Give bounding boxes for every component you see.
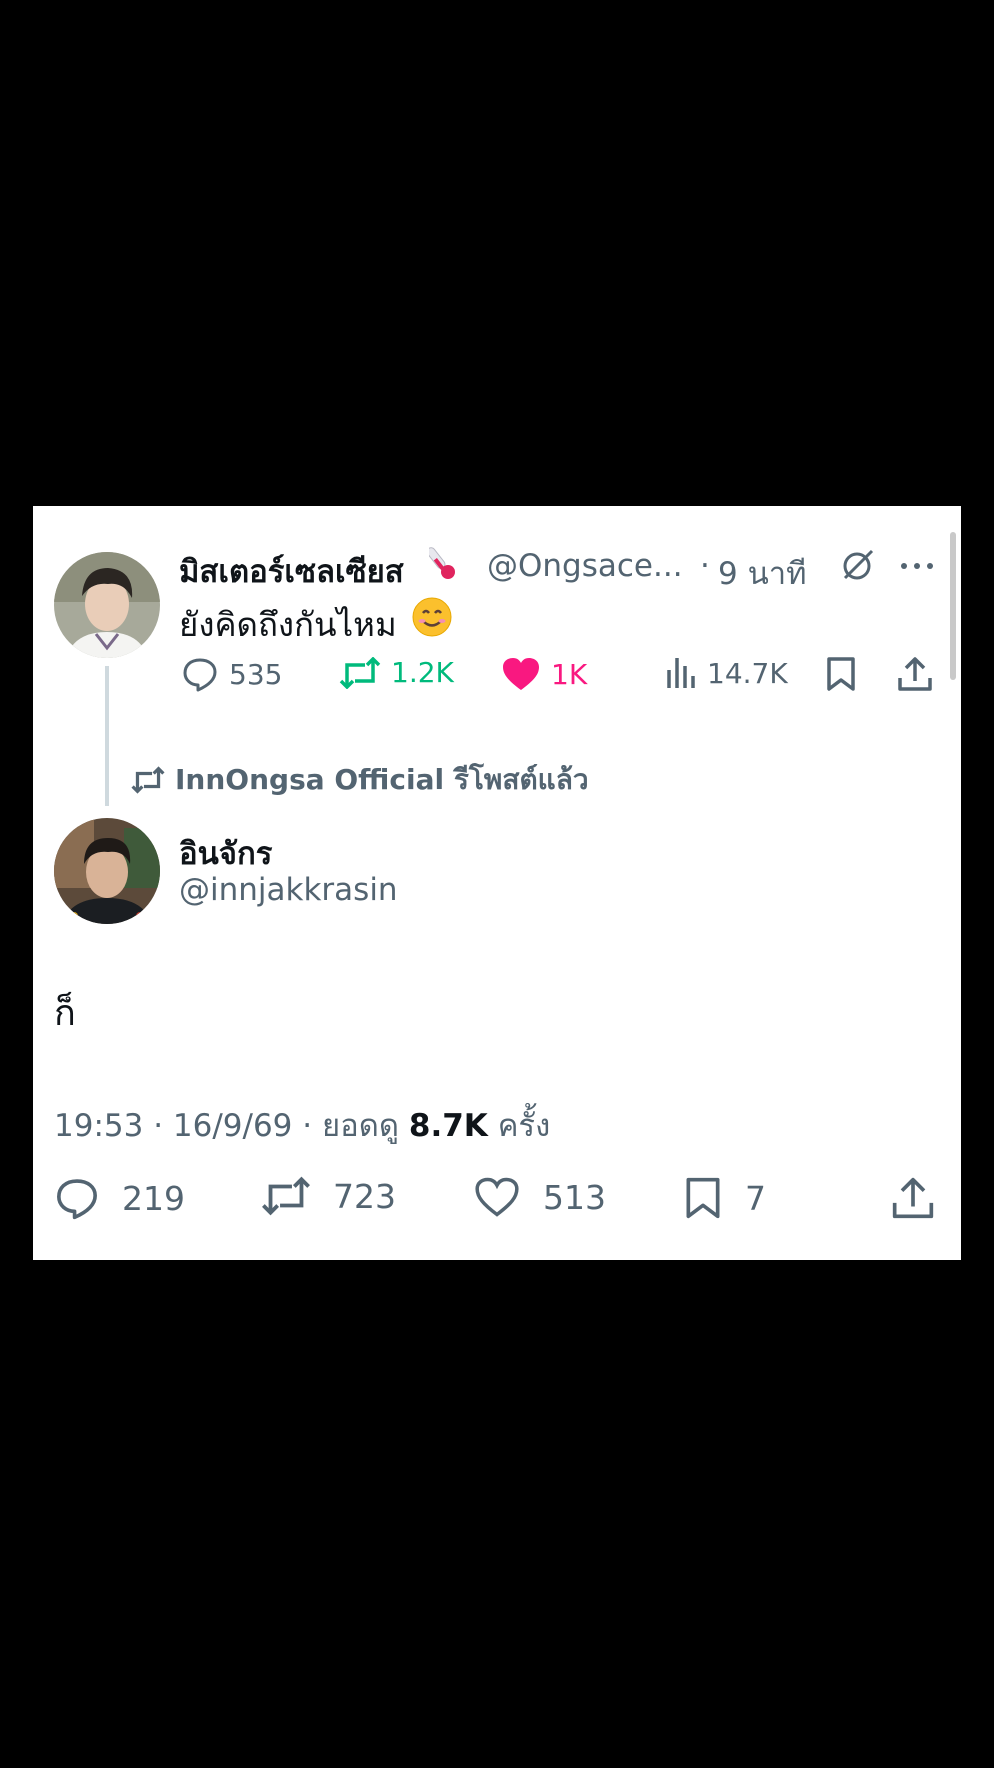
reply-count: 219 [122,1178,185,1218]
reply-count: 535 [229,657,283,691]
handle[interactable]: @innjakkrasin [179,872,398,908]
views-button[interactable]: 14.7K [665,656,788,690]
avatar[interactable] [54,552,160,658]
reply-icon [183,658,217,692]
like-button[interactable]: 1K [501,656,587,692]
reply-button[interactable]: 535 [181,656,282,692]
post-metadata: 19:53 · 16/9/69 · ยอดดู 8.7K ครั้ง [54,1100,550,1150]
view-count: 8.7K [408,1108,488,1144]
post-card: มิสเตอร์เซลเซียส @Ongsace... · 9 นาที ยั… [33,506,961,1260]
bookmark-icon [827,657,855,691]
heart-filled-icon [503,658,539,690]
view-suffix: ครั้ง [497,1108,551,1144]
bookmark-icon [686,1177,720,1219]
avatar[interactable] [54,818,160,924]
scrollbar[interactable] [950,532,956,680]
post-time[interactable]: 9 นาที [718,548,807,598]
display-name[interactable]: มิสเตอร์เซลเซียส [179,546,404,596]
analytics-icon [667,658,695,688]
bookmark-button[interactable]: 7 [683,1176,766,1220]
repost-icon [339,656,381,689]
display-name[interactable]: อินจักร [179,828,272,878]
handle[interactable]: @Ongsace... [487,548,683,584]
repost-banner[interactable]: InnOngsa Official รีโพสต์แล้ว [131,758,589,802]
repost-icon [131,766,165,794]
share-icon [892,1177,934,1219]
repost-button[interactable]: 1.2K [339,656,454,689]
repost-banner-label: InnOngsa Official รีโพสต์แล้ว [175,763,589,796]
more-options-icon[interactable] [899,556,935,575]
separator-dot: · [700,548,710,584]
post-timestamp[interactable]: 19:53 · 16/9/69 · ยอดดู [54,1108,399,1144]
post-text: ก็ [54,993,76,1034]
repost-count: 1.2K [391,656,454,689]
post-text: ยังคิดถึงกันไหม [179,605,397,644]
reply-button[interactable]: 219 [54,1176,185,1220]
share-button[interactable] [897,656,933,692]
grok-icon[interactable] [839,546,877,588]
repost-button[interactable]: 723 [261,1176,396,1216]
like-button[interactable]: 513 [473,1176,606,1218]
thermometer-icon [426,544,459,586]
like-count: 1K [551,657,588,691]
reply-icon [57,1179,97,1220]
share-button[interactable] [891,1176,935,1220]
repost-count: 723 [333,1176,396,1216]
thread-line [105,666,109,806]
heart-icon [475,1177,519,1217]
share-icon [898,657,932,691]
repost-icon [262,1176,310,1216]
view-count: 14.7K [707,656,788,690]
bookmark-count: 7 [745,1178,766,1218]
smile-emoji-icon [411,596,453,642]
like-count: 513 [543,1177,606,1217]
bookmark-button[interactable] [825,656,857,692]
